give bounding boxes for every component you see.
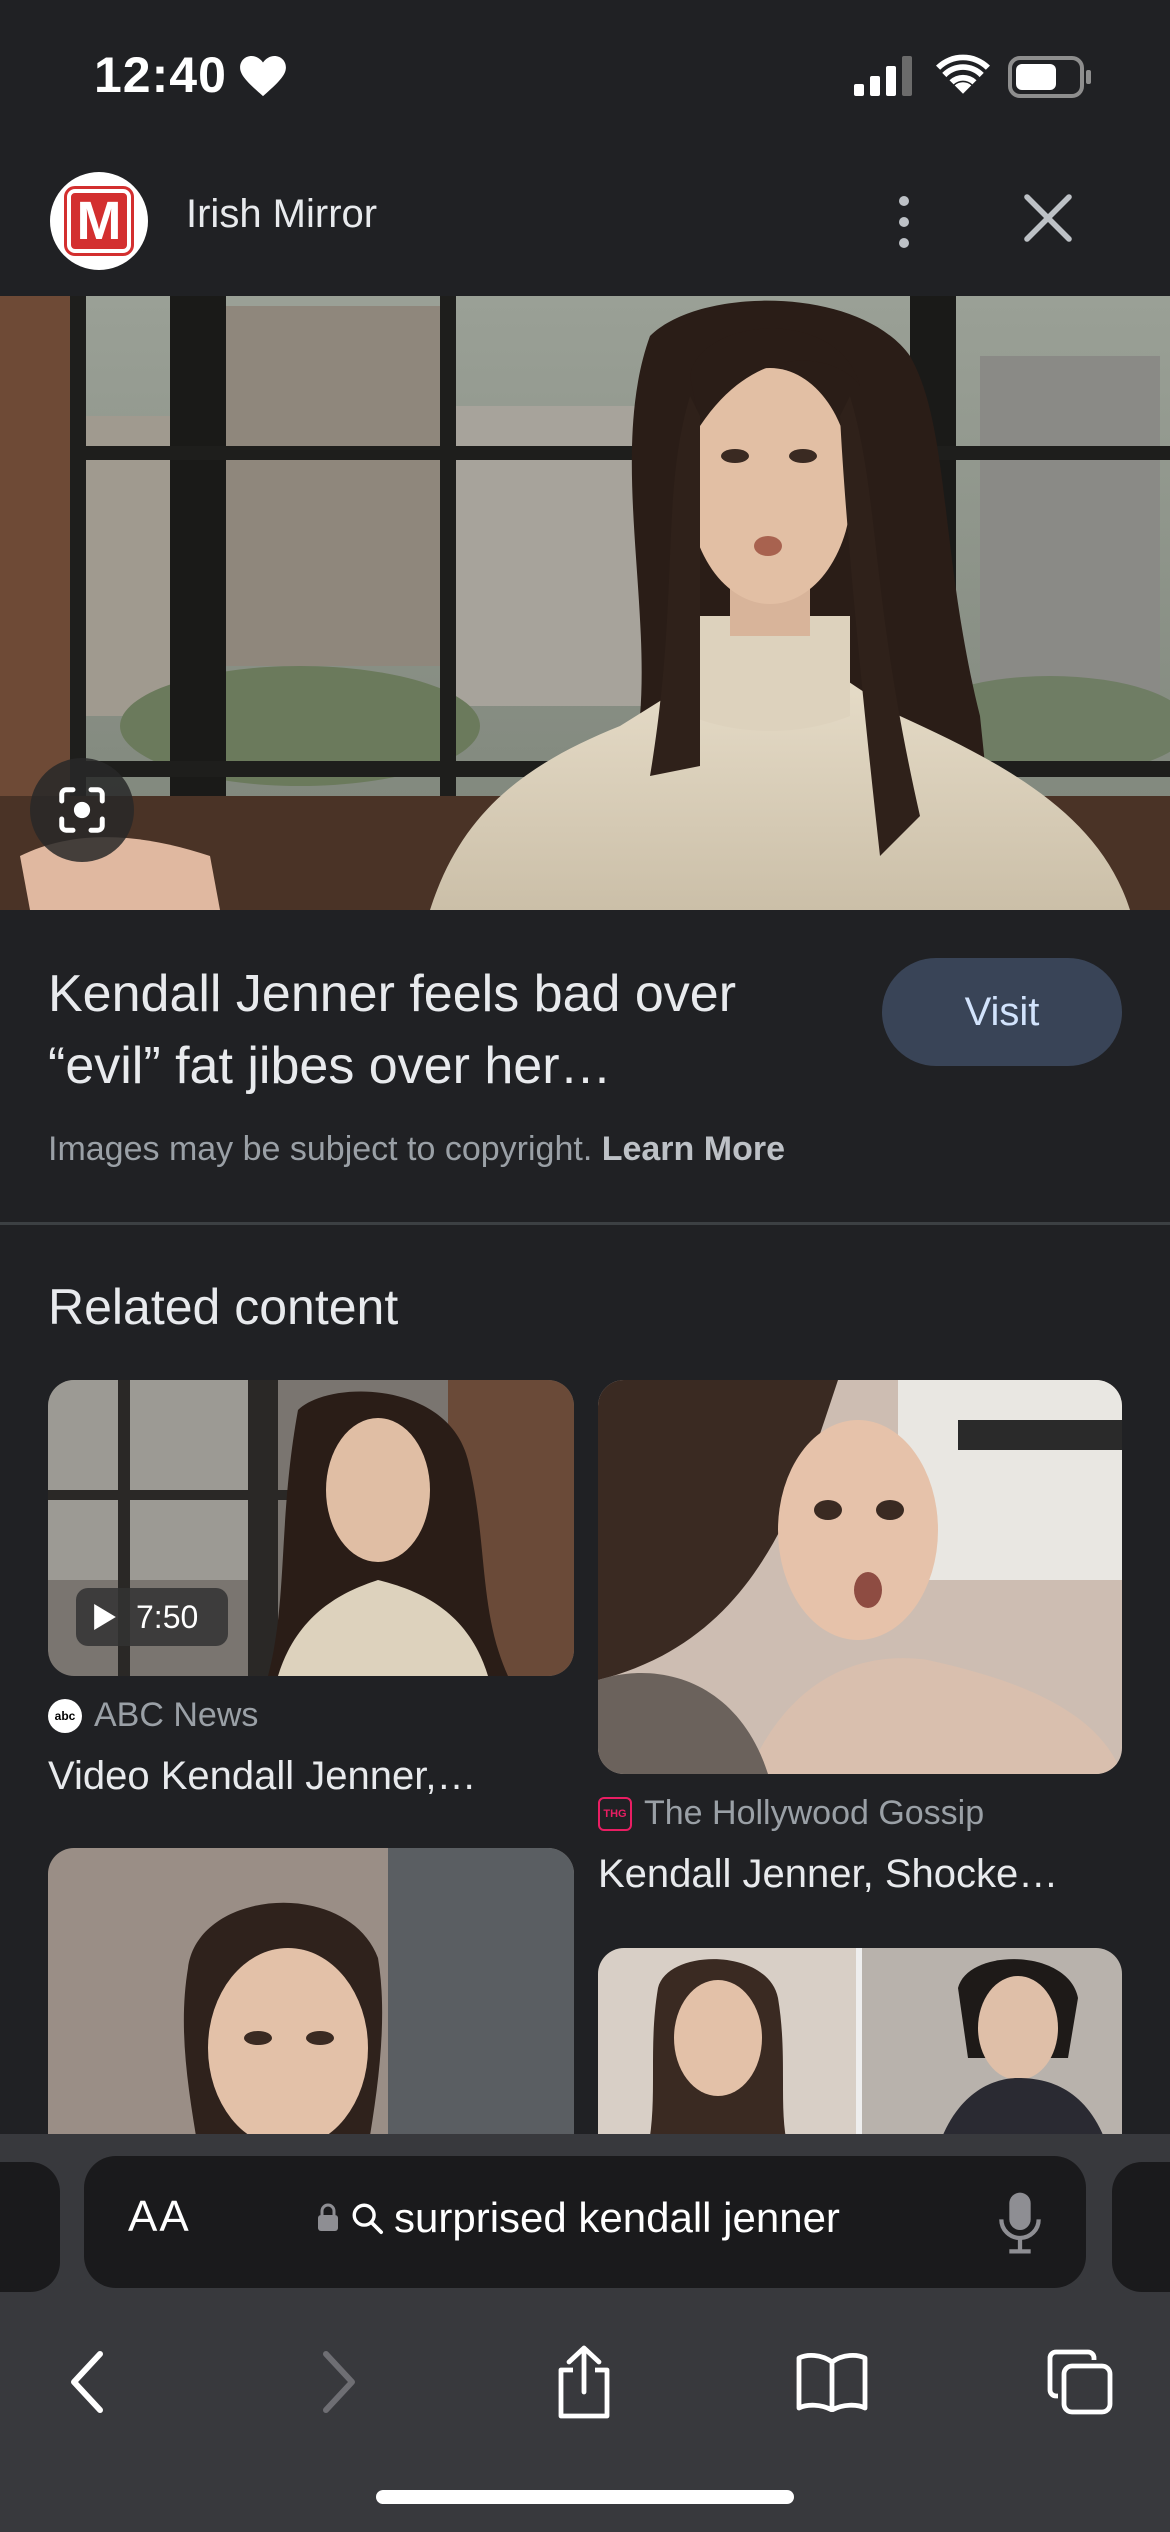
related-thumbnail bbox=[48, 1848, 574, 2148]
divider bbox=[0, 1222, 1170, 1225]
home-indicator bbox=[376, 2490, 794, 2504]
related-thumbnail bbox=[598, 1380, 1122, 1774]
related-thumbnail bbox=[598, 1948, 1122, 2148]
source-name[interactable]: Irish Mirror bbox=[186, 192, 377, 237]
card-title[interactable]: Kendall Jenner, Shocke… bbox=[598, 1852, 1058, 1897]
related-card-image[interactable] bbox=[48, 1848, 574, 2148]
related-card-image[interactable]: 7:50 bbox=[48, 1380, 574, 1676]
search-icon bbox=[352, 2203, 384, 2235]
back-icon[interactable] bbox=[50, 2344, 126, 2420]
next-tab-peek[interactable] bbox=[1112, 2162, 1170, 2292]
related-card-image[interactable] bbox=[598, 1380, 1122, 1774]
nav-row bbox=[0, 2334, 1170, 2454]
card-source-name: ABC News bbox=[94, 1696, 259, 1734]
address-bar[interactable]: AA surprised kendall jenner bbox=[84, 2156, 1086, 2288]
signal-icon bbox=[854, 56, 912, 96]
preview-image[interactable] bbox=[0, 296, 1170, 910]
share-icon[interactable] bbox=[546, 2344, 622, 2420]
close-icon[interactable] bbox=[1020, 190, 1076, 246]
forward-icon[interactable] bbox=[300, 2344, 376, 2420]
status-bar: 12:40 bbox=[0, 0, 1170, 150]
browser-toolbar: AA surprised kendall jenner bbox=[0, 2134, 1170, 2532]
result-title[interactable]: Kendall Jenner feels bad over “evil” fat… bbox=[48, 958, 818, 1102]
card-title[interactable]: Video Kendall Jenner,… bbox=[48, 1754, 476, 1799]
card-source: abc ABC News bbox=[48, 1696, 258, 1735]
battery-icon bbox=[1008, 56, 1091, 98]
status-time: 12:40 bbox=[94, 47, 227, 103]
related-card-image[interactable] bbox=[598, 1948, 1122, 2148]
related-heading: Related content bbox=[48, 1279, 399, 1335]
lock-icon bbox=[318, 2203, 338, 2231]
card-source-name: The Hollywood Gossip bbox=[644, 1794, 985, 1832]
abc-news-icon: abc bbox=[48, 1698, 82, 1733]
copyright-notice: Images may be subject to copyright. Lear… bbox=[48, 1130, 785, 1169]
url-group[interactable]: surprised kendall jenner bbox=[316, 2194, 840, 2242]
preview-photo bbox=[0, 296, 1170, 910]
play-icon bbox=[94, 1604, 116, 1630]
lens-search-icon[interactable] bbox=[30, 758, 134, 862]
visit-button[interactable]: Visit bbox=[882, 958, 1122, 1066]
text-size-button[interactable]: AA bbox=[128, 2192, 191, 2242]
wifi-icon bbox=[936, 54, 990, 94]
url-text[interactable]: surprised kendall jenner bbox=[394, 2194, 840, 2242]
card-source: THG The Hollywood Gossip bbox=[598, 1794, 984, 1833]
previous-tab-peek[interactable] bbox=[0, 2162, 60, 2292]
copyright-text: Images may be subject to copyright. bbox=[48, 1130, 593, 1168]
microphone-icon[interactable] bbox=[998, 2190, 1042, 2254]
bookmarks-icon[interactable] bbox=[794, 2344, 870, 2420]
source-logo-letter: M bbox=[64, 186, 134, 256]
video-duration-badge: 7:50 bbox=[76, 1588, 228, 1646]
tabs-icon[interactable] bbox=[1042, 2344, 1118, 2420]
heart-icon bbox=[240, 56, 286, 97]
hollywood-gossip-icon: THG bbox=[598, 1796, 632, 1831]
more-vert-icon[interactable] bbox=[880, 190, 928, 254]
video-duration: 7:50 bbox=[136, 1598, 199, 1635]
viewer-header: M Irish Mirror bbox=[0, 150, 1170, 296]
learn-more-link[interactable]: Learn More bbox=[602, 1130, 785, 1168]
source-logo[interactable]: M bbox=[50, 172, 148, 270]
